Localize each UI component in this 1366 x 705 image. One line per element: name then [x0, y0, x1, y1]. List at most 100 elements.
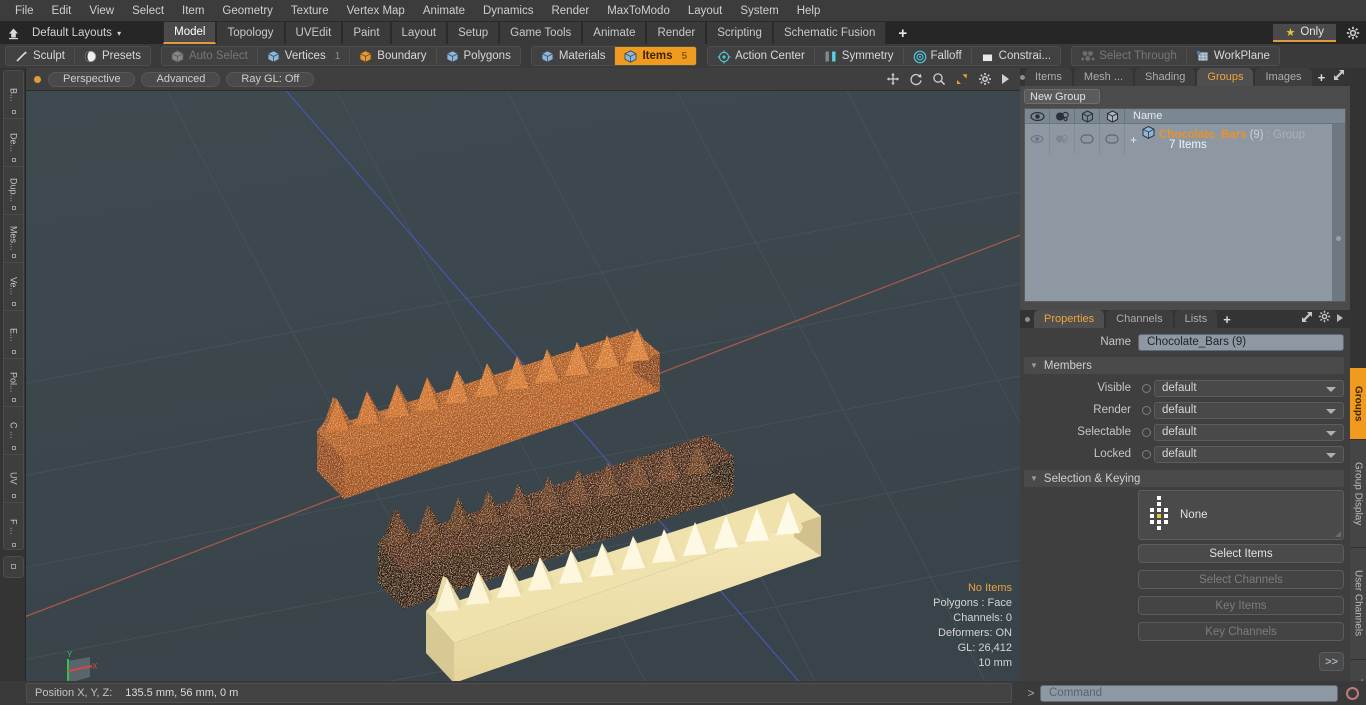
- menu-item-maxtomodo[interactable]: MaxToModo: [598, 1, 679, 21]
- layout-selector[interactable]: Default Layouts ▾: [26, 27, 127, 39]
- property-select-visible[interactable]: default: [1154, 379, 1344, 397]
- panel-tab-images[interactable]: Images: [1255, 68, 1312, 86]
- more-options-button[interactable]: >>: [1319, 652, 1344, 671]
- menu-item-item[interactable]: Item: [173, 1, 213, 21]
- move-icon[interactable]: [886, 72, 900, 86]
- property-override-toggle[interactable]: [1138, 424, 1154, 441]
- vertical-tab-groups[interactable]: Groups: [1350, 368, 1366, 440]
- left-tool-tab-9[interactable]: F ...: [4, 503, 23, 551]
- menu-item-layout[interactable]: Layout: [679, 1, 732, 21]
- toolbar-button-vertices[interactable]: Vertices 1: [258, 47, 351, 65]
- selection-keying-section-header[interactable]: ▼ Selection & Keying: [1024, 470, 1344, 487]
- row-eye-toggle[interactable]: [1025, 124, 1050, 154]
- property-select-selectable[interactable]: default: [1154, 423, 1344, 441]
- toolbar-button-workplane[interactable]: WorkPlane: [1187, 47, 1279, 65]
- left-tool-tab-8[interactable]: UV: [4, 455, 23, 503]
- property-select-render[interactable]: default: [1154, 401, 1344, 419]
- command-input[interactable]: Command: [1040, 684, 1338, 702]
- layout-tab-game-tools[interactable]: Game Tools: [499, 22, 583, 44]
- gear-icon[interactable]: [1318, 310, 1331, 328]
- menu-item-edit[interactable]: Edit: [43, 1, 81, 21]
- expand-icon[interactable]: [1301, 310, 1313, 328]
- property-override-toggle[interactable]: [1138, 446, 1154, 463]
- properties-tab-channels[interactable]: Channels: [1106, 310, 1173, 328]
- properties-tab-properties[interactable]: Properties: [1034, 310, 1105, 328]
- left-tool-tab-1[interactable]: De...: [4, 119, 23, 167]
- layout-tab-topology[interactable]: Topology: [216, 22, 285, 44]
- select-items-button[interactable]: Select Items: [1138, 544, 1344, 563]
- menu-item-geometry[interactable]: Geometry: [213, 1, 282, 21]
- toolbar-button-symmetry[interactable]: Symmetry: [815, 47, 904, 65]
- left-tool-tab-0[interactable]: B...: [4, 71, 23, 119]
- row-render-toggle[interactable]: [1050, 124, 1075, 154]
- layout-tab-paint[interactable]: Paint: [342, 22, 391, 44]
- layout-tab-setup[interactable]: Setup: [447, 22, 500, 44]
- add-panel-tab-button[interactable]: +: [1314, 68, 1330, 86]
- toolbar-button-constrai-[interactable]: Constrai...: [972, 47, 1060, 65]
- members-section-header[interactable]: ▼ Members: [1024, 357, 1344, 374]
- toolbar-button-action-center[interactable]: Action Center: [708, 47, 815, 65]
- left-tool-tab-5[interactable]: E...: [4, 311, 23, 359]
- toolbar-button-polygons[interactable]: Polygons: [437, 47, 520, 65]
- menu-item-dynamics[interactable]: Dynamics: [474, 1, 542, 21]
- layout-tab-render[interactable]: Render: [646, 22, 707, 44]
- menu-item-file[interactable]: File: [6, 1, 43, 21]
- record-icon[interactable]: [1342, 683, 1362, 703]
- left-tool-tab-7[interactable]: C ...: [4, 407, 23, 455]
- row-lock-toggle[interactable]: [1100, 124, 1125, 154]
- menu-item-animate[interactable]: Animate: [414, 1, 474, 21]
- gear-icon[interactable]: [978, 72, 992, 86]
- left-tool-tab-4[interactable]: Ve...: [4, 263, 23, 311]
- panel-tab-mesh-[interactable]: Mesh ...: [1073, 68, 1134, 86]
- selection-set-field[interactable]: None: [1138, 490, 1344, 540]
- property-override-toggle[interactable]: [1138, 402, 1154, 419]
- groups-tree-scrollbar[interactable]: [1332, 124, 1345, 301]
- add-layout-tab-button[interactable]: +: [886, 22, 919, 44]
- new-group-button[interactable]: New Group: [1024, 89, 1100, 104]
- row-selectable-toggle[interactable]: [1075, 124, 1100, 154]
- left-tool-tab-3[interactable]: Mes...: [4, 215, 23, 263]
- toolbar-button-sculpt[interactable]: Sculpt: [6, 47, 75, 65]
- viewport-raygl-selector[interactable]: Ray GL: Off: [226, 71, 315, 87]
- fit-icon[interactable]: [955, 72, 969, 86]
- toolbar-button-items[interactable]: Items 5: [615, 47, 697, 65]
- layout-tab-layout[interactable]: Layout: [390, 22, 448, 44]
- layout-tab-uvedit[interactable]: UVEdit: [284, 22, 343, 44]
- layout-tab-animate[interactable]: Animate: [582, 22, 647, 44]
- menu-item-view[interactable]: View: [80, 1, 123, 21]
- expand-group-button[interactable]: +: [1130, 133, 1137, 147]
- layout-tab-schematic-fusion[interactable]: Schematic Fusion: [772, 22, 887, 44]
- gear-icon[interactable]: [1340, 22, 1366, 44]
- left-tool-extra-button[interactable]: [3, 556, 24, 578]
- viewport-canvas[interactable]: Y X Z No Items Polygons : Face Channels:…: [26, 91, 1020, 681]
- toolbar-button-materials[interactable]: Materials: [532, 47, 616, 65]
- name-field[interactable]: Chocolate_Bars (9): [1138, 333, 1344, 351]
- zoom-icon[interactable]: [932, 72, 946, 86]
- rotate-icon[interactable]: [909, 72, 923, 86]
- left-tool-tab-2[interactable]: Dup...: [4, 167, 23, 215]
- left-tool-tab-6[interactable]: Pol...: [4, 359, 23, 407]
- vertical-tab-group-display[interactable]: Group Display: [1350, 440, 1366, 548]
- add-properties-tab-button[interactable]: +: [1219, 310, 1235, 328]
- chevron-right-icon[interactable]: [1336, 310, 1344, 328]
- home-icon[interactable]: [0, 22, 26, 44]
- groups-tree[interactable]: Name + Chocolate_Bars (9): Group 7 Item…: [1024, 108, 1346, 302]
- panel-tab-shading[interactable]: Shading: [1135, 68, 1196, 86]
- properties-menu-icon[interactable]: [1020, 310, 1034, 328]
- toolbar-button-boundary[interactable]: Boundary: [350, 47, 437, 65]
- viewport-state-dot[interactable]: [34, 75, 41, 83]
- menu-item-select[interactable]: Select: [123, 1, 173, 21]
- expand-icon[interactable]: [1333, 68, 1345, 86]
- property-select-locked[interactable]: default: [1154, 445, 1344, 463]
- toolbar-button-falloff[interactable]: Falloff: [904, 47, 972, 65]
- panel-tab-items[interactable]: Items: [1025, 68, 1072, 86]
- viewport-projection-selector[interactable]: Perspective: [48, 71, 136, 87]
- toolbar-button-presets[interactable]: Presets: [75, 47, 150, 65]
- menu-item-texture[interactable]: Texture: [282, 1, 338, 21]
- property-override-toggle[interactable]: [1138, 380, 1154, 397]
- toolbar-button-auto-select[interactable]: Auto Select: [162, 47, 258, 65]
- viewport-3d[interactable]: Perspective Advanced Ray GL: Off Y X No …: [26, 68, 1020, 681]
- properties-tab-lists[interactable]: Lists: [1174, 310, 1218, 328]
- menu-item-help[interactable]: Help: [788, 1, 830, 21]
- layout-tab-model[interactable]: Model: [163, 22, 217, 44]
